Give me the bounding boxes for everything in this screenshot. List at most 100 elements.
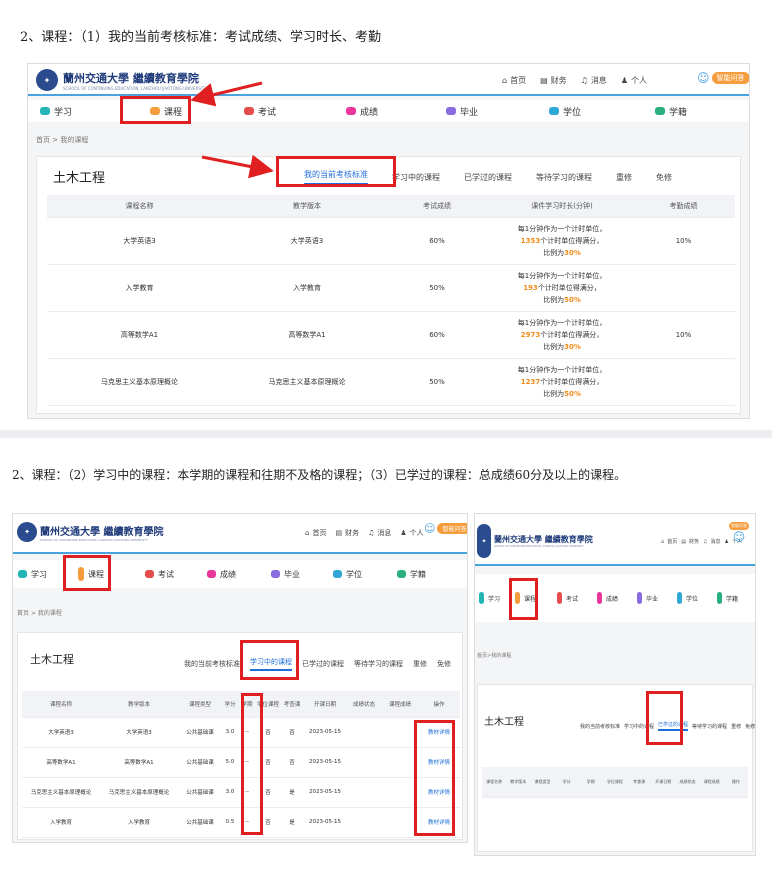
- logo-subtitle: SCHOOL OF CONTINUING EDUCATION, LANZHOU …: [494, 545, 584, 548]
- cell-type: 公共基础课: [178, 717, 222, 748]
- arrow-to-course-nav: [190, 81, 263, 107]
- top-home-link[interactable]: ⌂ 首页: [305, 528, 326, 538]
- nav-score[interactable]: 成绩: [597, 592, 618, 604]
- learned-table: 课程名称 教学版本 课程类型 学分 学期 学位课程 考查课 开课日期 成绩状态 …: [482, 767, 748, 798]
- cell-version: 高等数学A1: [100, 747, 178, 778]
- top-message-link[interactable]: ♫ 消息: [703, 538, 721, 546]
- nav-score[interactable]: 成绩: [207, 569, 236, 580]
- nav-exam[interactable]: 考试: [145, 569, 174, 580]
- highlight-box: [240, 640, 299, 680]
- col-course-type: 课程类型: [530, 767, 555, 798]
- col-course-score: 课程成绩: [699, 767, 724, 798]
- assistant-badge: 智能问答: [729, 522, 749, 530]
- cell-status: [346, 777, 382, 808]
- top-finance-label: 财务: [688, 539, 699, 545]
- cell-version: 大学英语3: [100, 717, 178, 748]
- tab-waiting[interactable]: 等待学习的课程: [354, 659, 403, 669]
- cell-assessment: 否: [280, 747, 304, 778]
- top-home-link[interactable]: ⌂ 首页: [661, 538, 677, 546]
- top-finance-link[interactable]: ▤ 财务: [681, 538, 699, 546]
- col-course-type: 课程类型: [178, 691, 222, 718]
- status-icon: [717, 592, 722, 604]
- logo-subtitle: SCHOOL OF CONTINUING EDUCATION, LANZHOU …: [40, 537, 148, 542]
- breadcrumb: 首页 > 我的课程: [17, 610, 62, 617]
- nav-graduate-label: 毕业: [646, 595, 659, 603]
- top-personal-link[interactable]: ♟ 个人: [400, 528, 423, 538]
- cell-type: 公共基础课: [178, 807, 222, 838]
- cell-credit: 0.5: [222, 807, 238, 838]
- course-card: 土木工程 我的当前考核标准 学习中的课程 已学过的课程 等待学习的课程 重修 免…: [477, 684, 755, 852]
- highlight-box: [646, 691, 683, 745]
- cell-assessment: 否: [280, 717, 304, 748]
- user-icon: ♟: [400, 529, 407, 537]
- nav-status-label: 学籍: [410, 569, 426, 579]
- nav-study-label: 学习: [488, 595, 501, 603]
- nav-degree-label: 学位: [346, 569, 362, 579]
- nav-exam[interactable]: 考试: [557, 592, 578, 604]
- cell-status: [346, 807, 382, 838]
- home-icon: ⌂: [661, 538, 665, 545]
- cell-version: 马克思主义基本原理概论: [100, 777, 178, 808]
- nav-exam-label: 考试: [158, 569, 174, 579]
- col-course-name: 课程名称: [482, 767, 507, 798]
- nav-exam-label: 考试: [566, 595, 579, 603]
- cell-type: 公共基础课: [178, 777, 222, 808]
- top-header: ✦ 蘭州交通大學 繼續教育學院 SCHOOL OF CONTINUING EDU…: [475, 514, 755, 566]
- assistant-widget[interactable]: ☺ 智能问答: [424, 522, 467, 535]
- nav-study-label: 学习: [31, 569, 47, 579]
- divider: [0, 430, 772, 438]
- tab-retake[interactable]: 重修: [413, 659, 427, 669]
- tab-exempt[interactable]: 免修: [745, 723, 755, 730]
- cell-score: [382, 717, 418, 748]
- tab-retake[interactable]: 重修: [731, 723, 741, 730]
- nav-study[interactable]: 学习: [18, 569, 47, 580]
- score-icon: [207, 570, 216, 578]
- section-heading-2: 2、课程：（2）学习中的课程：本学期的课程和往期不及格的课程；（3）已学过的课程…: [12, 468, 627, 482]
- cell-date: 2023-05-15: [304, 717, 346, 748]
- tab-standard[interactable]: 我的当前考核标准: [580, 723, 620, 730]
- nav-status[interactable]: 学籍: [397, 569, 426, 580]
- nav-graduate-label: 毕业: [284, 569, 300, 579]
- bell-icon: ♫: [368, 529, 375, 537]
- major-title: 土木工程: [30, 653, 74, 666]
- nav-degree[interactable]: 学位: [333, 569, 362, 580]
- highlight-box: [509, 578, 538, 620]
- exam-icon: [145, 570, 154, 578]
- seal-icon: ✦: [17, 522, 37, 542]
- cell-credit: 5.0: [222, 747, 238, 778]
- nav-degree[interactable]: 学位: [677, 592, 698, 604]
- tab-learned[interactable]: 已学过的课程: [302, 659, 344, 669]
- top-message-label: 消息: [710, 539, 721, 545]
- tab-standard[interactable]: 我的当前考核标准: [184, 659, 240, 669]
- assistant-widget[interactable]: 智能问答 ☺: [729, 522, 749, 544]
- tab-exempt[interactable]: 免修: [437, 659, 451, 669]
- cell-score: [382, 807, 418, 838]
- cell-assessment: 是: [280, 807, 304, 838]
- robot-icon: ☺: [732, 530, 746, 544]
- exam-icon: [557, 592, 562, 604]
- home-icon: ⌂: [305, 529, 310, 537]
- logo-title: 蘭州交通大學 繼續教育學院: [494, 535, 593, 544]
- nav-score-label: 成绩: [606, 595, 619, 603]
- cell-credit: 3.0: [222, 717, 238, 748]
- top-message-label: 消息: [377, 529, 392, 537]
- nav-graduate[interactable]: 毕业: [637, 592, 658, 604]
- breadcrumb: 首页>我的课程: [477, 653, 512, 659]
- cell-score: [382, 747, 418, 778]
- top-message-link[interactable]: ♫ 消息: [368, 528, 391, 538]
- nav-status[interactable]: 学籍: [717, 592, 738, 604]
- tab-waiting[interactable]: 等待学习的课程: [692, 723, 727, 730]
- nav-status-label: 学籍: [726, 595, 739, 603]
- col-action: 操作: [418, 691, 460, 718]
- col-score-status: 成绩状态: [346, 691, 382, 718]
- cell-date: 2023-05-15: [304, 777, 346, 808]
- cell-course: 大学英语3: [22, 717, 100, 748]
- arrow-to-standard-tab: [201, 154, 274, 179]
- nav-graduate[interactable]: 毕业: [271, 569, 300, 580]
- cell-status: [346, 747, 382, 778]
- nav-study[interactable]: 学习: [479, 592, 500, 604]
- nav-score-label: 成绩: [220, 569, 236, 579]
- top-finance-link[interactable]: ▤ 财务: [335, 528, 359, 538]
- major-title: 土木工程: [484, 717, 524, 728]
- cell-credit: 3.0: [222, 777, 238, 808]
